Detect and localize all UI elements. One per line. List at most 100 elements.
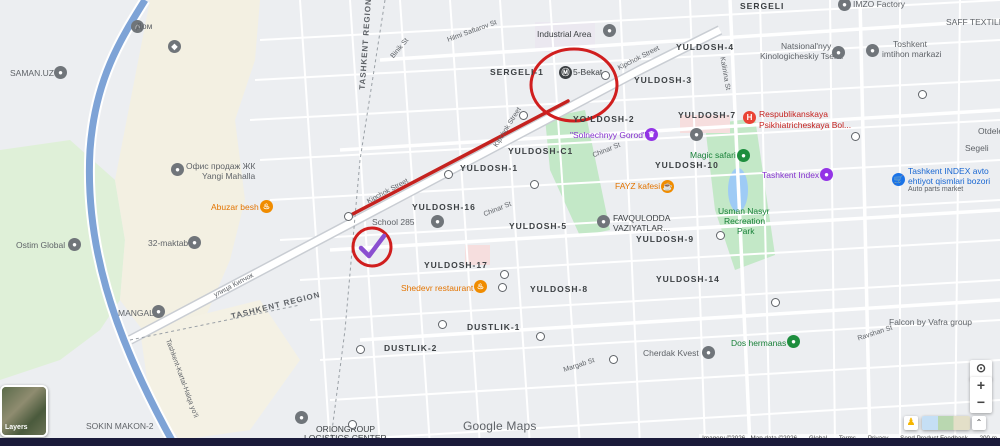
zoom-in-button[interactable]: + [970,377,992,394]
education-icon[interactable]: ◆ [168,40,181,53]
kindergarten-icon[interactable]: ♛ [645,128,658,141]
poi-usman-3[interactable]: Park [737,227,754,236]
poi-dom[interactable]: Дом [136,22,152,31]
restaurant-icon[interactable]: ♨ [260,200,273,213]
pegman-button[interactable]: ♟ [904,416,918,430]
label-yuldosh-c1: YULDOSH-C1 [508,146,574,156]
poi-dos-hermanas[interactable]: Dos hermanas [731,339,786,348]
zoo-icon[interactable]: ● [737,149,750,162]
label-yuldosh-8: YULDOSH-8 [530,284,589,294]
poi-shedevr[interactable]: Shedevr restaurant [401,284,473,293]
bus-stop-icon[interactable] [530,180,539,189]
poi-toshkent[interactable]: Toshkent [893,40,927,49]
bus-stop-icon[interactable] [348,420,357,429]
zoom-out-button[interactable]: − [970,394,992,411]
poi-cherdak[interactable]: Cherdak Kvest [643,349,699,358]
poi-solnechnyy[interactable]: "Solnechnyy Gorod" [570,131,646,140]
label-yuldosh-3: YULDOSH-3 [634,75,693,85]
poi-falcon[interactable]: Falcon by Vafra group [889,318,972,327]
orion-icon[interactable]: ● [295,411,308,424]
label-yoldosh-2: YO'LDOSH-2 [573,114,635,124]
label-dustlik-1: DUSTLIK-1 [467,322,521,332]
hospital-icon[interactable]: H [743,111,756,124]
industrial-area-icon[interactable]: ● [603,24,616,37]
bus-stop-icon[interactable] [851,132,860,141]
cafe-icon[interactable]: ☕ [661,180,674,193]
bus-stop-icon[interactable] [500,270,509,279]
layers-label: Layers [5,424,28,431]
emergency-icon[interactable]: ● [597,215,610,228]
poi-saman[interactable]: SAMAN.UZ [10,69,54,78]
label-yuldosh-4: YULDOSH-4 [676,42,735,52]
poi-favqulodda-2[interactable]: VAZIYATLAR... [613,224,670,233]
label-yuldosh-17: YULDOSH-17 [424,260,488,270]
imtihon-icon[interactable]: ● [866,44,879,57]
maktab-icon[interactable]: ● [188,236,201,249]
map-type-thumbnails[interactable] [922,416,970,430]
ostim-icon[interactable]: ● [68,238,81,251]
poi-favqulodda-1[interactable]: FAVQULODDA [613,214,670,223]
metro-icon[interactable]: Ⓜ [559,66,572,79]
school-icon[interactable]: ● [431,215,444,228]
bus-stop-icon[interactable] [519,111,528,120]
bus-stop-icon[interactable] [344,212,353,221]
green-area-west [0,140,125,380]
poi-ostim[interactable]: Ostim Global [16,241,65,250]
poi-ehtiyot[interactable]: ehtiyot qismlari bozori [908,177,990,186]
poi-imtihon-markazi[interactable]: imtihon markazi [882,50,942,59]
poi-otdele[interactable]: Otdele [978,127,1000,136]
poi-usman-1[interactable]: Usman Nasyr [718,207,769,216]
poi-school-285[interactable]: School 285 [372,218,415,227]
bus-stop-icon[interactable] [356,345,365,354]
layers-button[interactable]: Layers [0,385,48,437]
pegman-icon: ♟ [906,417,916,428]
poi-ofis-2[interactable]: Yangi Mahalla [202,172,255,181]
bus-stop-icon[interactable] [438,320,447,329]
bus-stop-icon[interactable] [536,332,545,341]
bus-stop-icon[interactable] [498,283,507,292]
poi-5-bekat[interactable]: 5-Bekat [573,68,602,77]
index-icon[interactable]: ● [820,168,833,181]
poi-tashkent-index[interactable]: Tashkent Index [762,171,819,180]
poi-32-maktab[interactable]: 32-maktab [148,239,188,248]
kinolog-icon[interactable]: ● [832,46,845,59]
poi-respublik-2[interactable]: Psikhiatricheskaya Bol... [759,121,851,130]
label-yuldosh-5: YULDOSH-5 [509,221,568,231]
cherdak-icon[interactable]: ● [702,346,715,359]
poi-mangal[interactable]: MANGAL [118,309,154,318]
poi-abuzar[interactable]: Abuzar besh [211,203,259,212]
poi-fayz[interactable]: FAYZ kafesi [615,182,660,191]
poi-natsional[interactable]: Natsional'nyy [781,42,831,51]
bus-stop-icon[interactable] [771,298,780,307]
saman-icon[interactable]: ● [54,66,67,79]
shopping-icon[interactable]: 🛒 [892,173,905,186]
office-icon[interactable]: ● [171,163,184,176]
dos-hermanas-icon[interactable]: ● [787,335,800,348]
bus-stop-icon[interactable] [444,170,453,179]
poi-magic-safari[interactable]: Magic safari [690,151,736,160]
bus-stop-icon[interactable] [716,231,725,240]
poi-respublik-1[interactable]: Respublikanskaya [759,110,828,119]
label-yuldosh-9: YULDOSH-9 [636,234,695,244]
bus-stop-icon[interactable] [601,71,610,80]
bus-stop-icon[interactable] [609,355,618,364]
label-sergeli-1: SERGELI-1 [490,67,544,77]
shedevr-icon[interactable]: ♨ [474,280,487,293]
expand-button[interactable]: ⌃ [972,416,986,430]
poi-ofis-1[interactable]: Офис продаж ЖК [186,162,255,171]
bus-stop-icon[interactable] [918,90,927,99]
poi-imzo[interactable]: IMZO Factory [853,0,905,9]
gallery-icon[interactable]: ● [690,128,703,141]
poi-saff[interactable]: SAFF TEXTILE [946,18,1000,27]
poi-industrial-area[interactable]: Industrial Area [537,30,591,39]
location-icon: ⊙ [975,361,987,375]
bottom-border [0,438,1000,446]
poi-tashkent-index-avto[interactable]: Tashkent INDEX avto [908,167,989,176]
poi-segeli[interactable]: Segeli [965,144,989,153]
poi-auto-parts[interactable]: Auto parts market [908,186,963,193]
poi-sokin[interactable]: SOKIN MAKON-2 [86,422,154,431]
zoom-control: + − [970,377,992,413]
map-canvas[interactable]: SERGELI SERGELI-1 YULDOSH-4 YULDOSH-3 YU… [0,0,1000,446]
label-yuldosh-7: YULDOSH-7 [678,110,737,120]
poi-usman-2[interactable]: Recreation [724,217,765,226]
